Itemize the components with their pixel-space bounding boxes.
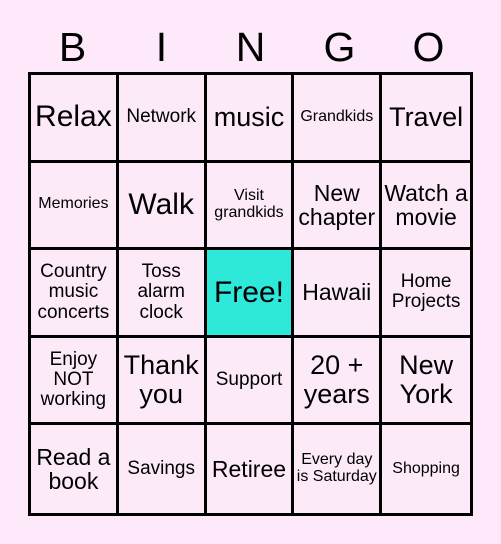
bingo-cell[interactable]: music bbox=[206, 75, 295, 163]
bingo-cell-label: New chapter bbox=[298, 179, 376, 230]
bingo-cell-label: Read a book bbox=[36, 443, 111, 495]
bingo-cell-label: music bbox=[213, 101, 285, 132]
bingo-cell-label: Relax bbox=[35, 100, 112, 134]
bingo-card: B I N G O Relax Network music Grandkids Trav… bbox=[0, 0, 501, 544]
bingo-cell[interactable]: Enjoy NOT working bbox=[31, 337, 119, 426]
bingo-cell[interactable]: Network bbox=[118, 75, 207, 163]
bingo-cell-label: Grandkids bbox=[300, 107, 374, 125]
bingo-cell[interactable]: Savings bbox=[118, 425, 207, 513]
bingo-cell[interactable]: Retiree bbox=[206, 425, 295, 513]
bingo-cell[interactable]: New York bbox=[382, 337, 470, 426]
bingo-cell-label: 20 + years bbox=[303, 350, 370, 410]
bingo-grid: Relax Network music Grandkids Travel Memories… bbox=[28, 72, 473, 516]
bingo-cell[interactable]: Home Projects bbox=[382, 250, 470, 338]
bingo-cell[interactable]: Grandkids bbox=[294, 75, 383, 163]
bingo-cell[interactable]: Read a book bbox=[31, 425, 119, 513]
header-letter-o: O bbox=[412, 23, 445, 70]
bingo-cell[interactable]: Every day is Saturday bbox=[294, 425, 383, 513]
header-letter-n: N bbox=[235, 23, 266, 70]
bingo-cell-label: Hawaii bbox=[302, 279, 372, 306]
bingo-cell-label: New York bbox=[399, 350, 454, 410]
bingo-cell[interactable]: Shopping bbox=[382, 425, 470, 513]
bingo-cell-label: Walk bbox=[128, 187, 194, 221]
header-letter-g: G bbox=[323, 23, 356, 70]
bingo-cell[interactable]: New chapter bbox=[294, 162, 383, 251]
bingo-cell-label: Network bbox=[126, 106, 197, 128]
bingo-cell-label: Watch a movie bbox=[384, 179, 468, 230]
bingo-cell-label: Every day is Saturday bbox=[296, 451, 377, 486]
bingo-cell[interactable]: Country music concerts bbox=[31, 250, 119, 338]
bingo-cell[interactable]: Watch a movie bbox=[382, 162, 470, 251]
bingo-cell-label: Retiree bbox=[211, 456, 287, 482]
bingo-cell-label: Shopping bbox=[392, 459, 460, 477]
bingo-cell-label: Support bbox=[215, 369, 283, 391]
bingo-cell[interactable]: Travel bbox=[382, 75, 470, 163]
bingo-cell[interactable]: Visit grandkids bbox=[206, 162, 295, 251]
bingo-cell-label: Country music concerts bbox=[37, 261, 110, 323]
bingo-cell[interactable]: Support bbox=[206, 337, 295, 426]
header-letter-b: B bbox=[58, 23, 87, 70]
bingo-free-space[interactable]: Free! bbox=[206, 250, 295, 338]
header-letter-i: I bbox=[155, 23, 168, 70]
bingo-cell-label: Memories bbox=[38, 195, 109, 213]
bingo-cell-label: Free! bbox=[213, 275, 284, 309]
bingo-cell[interactable]: Memories bbox=[31, 162, 119, 251]
bingo-cell[interactable]: Walk bbox=[118, 162, 207, 251]
bingo-cell[interactable]: Hawaii bbox=[294, 250, 383, 338]
bingo-cell[interactable]: Thank you bbox=[118, 337, 207, 426]
bingo-cell[interactable]: 20 + years bbox=[294, 337, 383, 426]
bingo-cell-label: Savings bbox=[127, 458, 195, 480]
bingo-cell-label: Visit grandkids bbox=[214, 186, 284, 221]
bingo-cell[interactable]: Relax bbox=[31, 75, 119, 163]
bingo-cell-label: Home Projects bbox=[391, 271, 461, 313]
bingo-header-row: B I N G O bbox=[28, 22, 473, 72]
bingo-cell-label: Toss alarm clock bbox=[137, 261, 185, 323]
bingo-cell-label: Thank you bbox=[123, 350, 199, 410]
bingo-cell[interactable]: Toss alarm clock bbox=[118, 250, 207, 338]
bingo-cell-label: Enjoy NOT working bbox=[40, 348, 107, 411]
bingo-cell-label: Travel bbox=[389, 101, 464, 132]
